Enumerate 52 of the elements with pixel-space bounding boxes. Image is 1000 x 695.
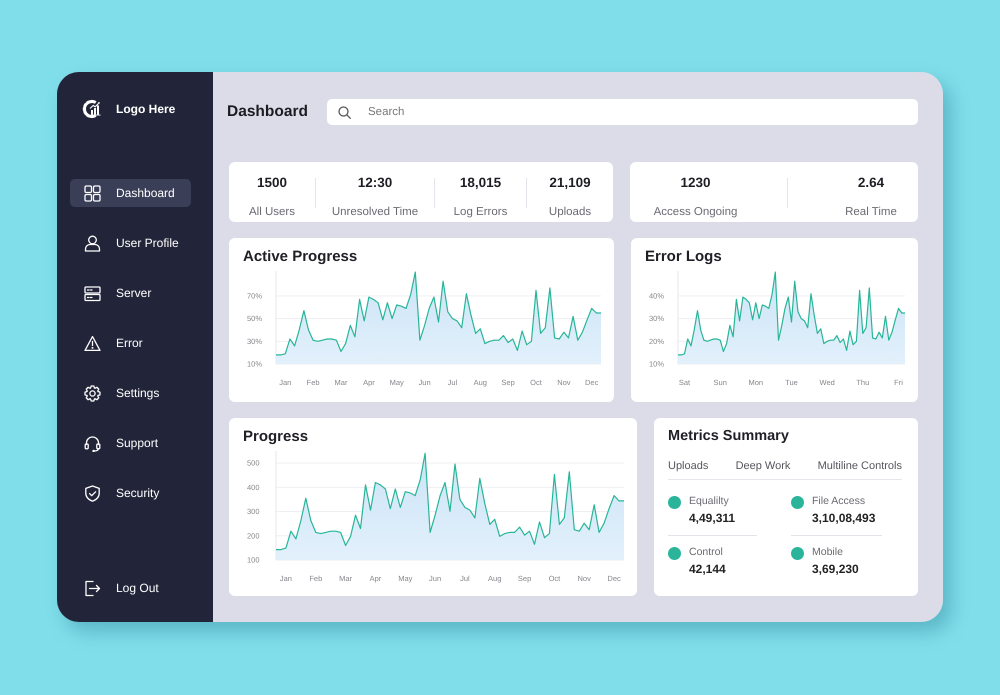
metric-label: Equalilty [689,494,730,508]
metric-label: Control [689,545,724,559]
chart-title: Error Logs [645,248,723,266]
stat-value: 1230 [680,175,711,191]
headset-icon [84,434,101,452]
stat-value: 18,015 [460,175,502,191]
status-dot-icon [791,547,804,560]
metric-value: 4,49,311 [689,510,736,527]
metric-value: 3,69,230 [812,561,859,578]
chart-title: Active Progress [243,248,358,266]
status-dot-icon [668,547,681,560]
settings-icon [84,384,101,402]
logout-button[interactable]: Log Out [70,574,191,602]
grid-icon [84,184,101,202]
metric-label: File Access [812,494,866,508]
stat-label: All Users [248,205,295,219]
stat-value: 12:30 [358,175,392,191]
nav-item[interactable]: User Profile [70,229,191,257]
nav-item[interactable]: Security [70,479,191,507]
metric-value: 3,10,08,493 [812,510,876,527]
status-dot-icon [791,496,804,509]
user-icon [84,234,101,252]
status-dot-icon [668,496,681,509]
tab[interactable]: Deep Work [736,459,790,474]
stat-label: Uploads [548,205,592,219]
nav-item[interactable]: Support [70,429,191,457]
gear-chart-icon [82,97,102,121]
nav-item[interactable]: Settings [70,379,191,407]
stat-value: 2.64 [858,175,884,191]
stat-label: Real Time [845,205,897,219]
warning-icon [84,334,101,352]
stat-label: Access Ongoing [654,205,738,219]
stat-value: 1500 [256,175,288,191]
metric-value: 42,144 [689,561,726,578]
server-icon [84,284,101,302]
chart-title: Progress [243,428,310,446]
nav-item[interactable]: Error [70,329,191,357]
tab[interactable]: Multiline Controls [818,459,902,474]
nav-item[interactable]: Server [70,279,191,307]
shield-check-icon [84,484,101,502]
stat-label: Unresolved Time [332,205,418,219]
nav-item[interactable]: Dashboard [70,179,191,207]
logo-text: Logo Here [116,101,176,118]
stat-value: 21,109 [549,175,591,191]
card-title: Metrics Summary [668,427,790,445]
metric-label: Mobile [812,545,844,559]
search-field[interactable]: Search [327,99,918,125]
stat-label: Log Errors [454,205,508,219]
exit-arrow-icon [84,580,101,596]
tab[interactable]: Uploads [668,459,708,474]
page-title: Dashboard [227,102,309,122]
search-icon [338,106,351,118]
